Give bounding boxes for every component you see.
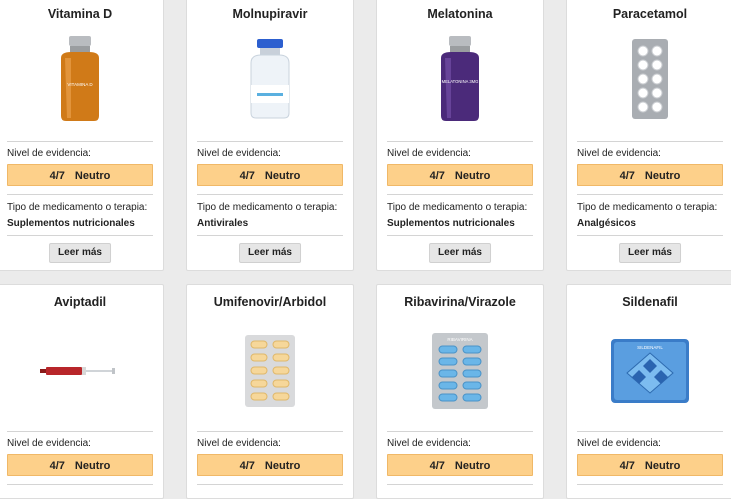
yellow-pill-blister-icon	[187, 321, 353, 421]
syringe-icon	[0, 321, 163, 421]
read-more-button[interactable]: Leer más	[619, 243, 681, 263]
evidence-badge: 4/7 Neutro	[197, 454, 343, 476]
divider	[577, 194, 723, 195]
card-title: Molnupiravir	[232, 7, 308, 21]
svg-text:SILDENAFIL: SILDENAFIL	[637, 345, 663, 350]
blue-pill-box-icon: SILDENAFIL	[567, 321, 731, 421]
evidence-badge: 4/7 Neutro	[7, 454, 153, 476]
medication-card[interactable]: Melatonina MELATONINA 3MG Nivel de evide…	[376, 0, 544, 271]
evidence-label: Nivel de evidencia:	[197, 438, 281, 449]
white-pill-blister-icon	[567, 33, 731, 125]
divider	[387, 194, 533, 195]
read-more-button[interactable]: Leer más	[49, 243, 111, 263]
divider	[7, 194, 153, 195]
read-more-button[interactable]: Leer más	[239, 243, 301, 263]
therapy-type-value: Suplementos nutricionales	[387, 218, 515, 229]
card-title: Ribavirina/Virazole	[404, 295, 516, 309]
evidence-verdict: Neutro	[454, 460, 491, 472]
evidence-score: 4/7	[619, 170, 635, 182]
purple-vial-icon: MELATONINA 3MG	[377, 33, 543, 125]
divider	[7, 484, 153, 485]
amber-vial-icon: VITAMINA D	[0, 33, 163, 125]
svg-text:MELATONINA 3MG: MELATONINA 3MG	[442, 79, 479, 84]
divider	[7, 235, 153, 236]
therapy-type-value: Suplementos nutricionales	[7, 218, 135, 229]
therapy-type-label: Tipo de medicamento o terapia:	[197, 202, 338, 213]
evidence-score: 4/7	[49, 460, 65, 472]
card-title: Paracetamol	[612, 7, 688, 21]
medication-card[interactable]: Paracetamol Nivel de evidencia: 4/7 Neutr…	[566, 0, 731, 271]
svg-text:VITAMINA D: VITAMINA D	[67, 82, 93, 87]
divider	[387, 141, 533, 142]
evidence-score: 4/7	[619, 460, 635, 472]
evidence-score: 4/7	[49, 170, 65, 182]
evidence-score: 4/7	[429, 460, 445, 472]
evidence-badge: 4/7 Neutro	[197, 164, 343, 186]
medication-card[interactable]: Molnupiravir Nivel de evidencia: 4/7 Neut…	[186, 0, 354, 271]
evidence-verdict: Neutro	[264, 170, 301, 182]
medication-card[interactable]: Umifenovir/Arbidol Nivel de evidencia: 4…	[186, 284, 354, 499]
divider	[197, 484, 343, 485]
therapy-type-value: Antivirales	[197, 218, 249, 229]
divider	[197, 431, 343, 432]
evidence-label: Nivel de evidencia:	[577, 438, 661, 449]
blue-pill-blister-icon: RIBAVIRINA	[377, 321, 543, 421]
evidence-badge: 4/7 Neutro	[577, 164, 723, 186]
divider	[387, 484, 533, 485]
evidence-label: Nivel de evidencia:	[7, 438, 91, 449]
evidence-badge: 4/7 Neutro	[7, 164, 153, 186]
divider	[197, 235, 343, 236]
clear-vial-icon	[187, 33, 353, 125]
divider	[7, 431, 153, 432]
evidence-verdict: Neutro	[74, 460, 111, 472]
divider	[577, 484, 723, 485]
divider	[577, 235, 723, 236]
evidence-label: Nivel de evidencia:	[197, 148, 281, 159]
evidence-verdict: Neutro	[74, 170, 111, 182]
evidence-badge: 4/7 Neutro	[387, 454, 533, 476]
evidence-verdict: Neutro	[644, 460, 681, 472]
evidence-badge: 4/7 Neutro	[577, 454, 723, 476]
divider	[387, 235, 533, 236]
evidence-verdict: Neutro	[264, 460, 301, 472]
card-title: Sildenafil	[622, 295, 678, 309]
divider	[387, 431, 533, 432]
divider	[197, 141, 343, 142]
card-title: Umifenovir/Arbidol	[213, 295, 327, 309]
evidence-label: Nivel de evidencia:	[577, 148, 661, 159]
medication-card[interactable]: Aviptadil Nivel de evidencia: 4/7 Neutro	[0, 284, 164, 499]
evidence-label: Nivel de evidencia:	[387, 148, 471, 159]
evidence-score: 4/7	[239, 460, 255, 472]
read-more-button[interactable]: Leer más	[429, 243, 491, 263]
therapy-type-label: Tipo de medicamento o terapia:	[577, 202, 718, 213]
card-title: Aviptadil	[53, 295, 107, 309]
medication-card[interactable]: Sildenafil SILDENAFIL Nivel de evidencia…	[566, 284, 731, 499]
evidence-verdict: Neutro	[644, 170, 681, 182]
evidence-verdict: Neutro	[454, 170, 491, 182]
medication-card[interactable]: Ribavirina/Virazole RIBAVIRINA Nivel de …	[376, 284, 544, 499]
svg-text:RIBAVIRINA: RIBAVIRINA	[447, 337, 472, 342]
divider	[577, 431, 723, 432]
evidence-score: 4/7	[239, 170, 255, 182]
card-title: Melatonina	[427, 7, 493, 21]
card-title: Vitamina D	[47, 7, 113, 21]
therapy-type-value: Analgésicos	[577, 218, 636, 229]
therapy-type-label: Tipo de medicamento o terapia:	[7, 202, 148, 213]
therapy-type-label: Tipo de medicamento o terapia:	[387, 202, 528, 213]
medication-card[interactable]: Vitamina D VITAMINA D Nivel de evidencia…	[0, 0, 164, 271]
evidence-score: 4/7	[429, 170, 445, 182]
evidence-badge: 4/7 Neutro	[387, 164, 533, 186]
divider	[7, 141, 153, 142]
divider	[577, 141, 723, 142]
divider	[197, 194, 343, 195]
evidence-label: Nivel de evidencia:	[387, 438, 471, 449]
evidence-label: Nivel de evidencia:	[7, 148, 91, 159]
